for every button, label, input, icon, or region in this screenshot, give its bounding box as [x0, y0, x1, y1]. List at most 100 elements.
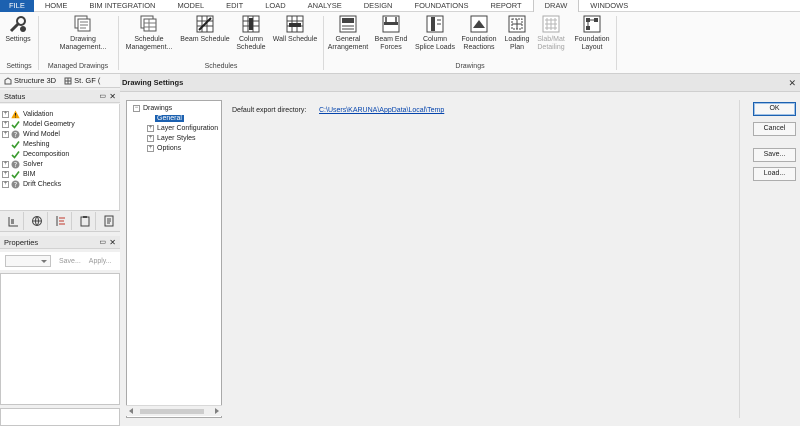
collapse-icon[interactable]: − — [133, 104, 140, 112]
expand-icon[interactable]: + — [2, 160, 9, 168]
wall-schedule-icon — [286, 15, 304, 33]
model-tree-tab[interactable] — [2, 212, 24, 230]
report-tab[interactable] — [98, 212, 120, 230]
ribbon: Settings Drawing Management... Schedule … — [0, 12, 800, 74]
scroll-left-icon[interactable] — [129, 408, 133, 414]
scroll-right-icon[interactable] — [215, 408, 219, 414]
status-item-label: BIM — [23, 170, 36, 178]
loading-plan-button[interactable]: Loading Plan — [502, 14, 532, 52]
beam-schedule-icon — [196, 15, 214, 33]
status-item[interactable]: + Validation — [2, 109, 53, 119]
model-tree-icon — [8, 217, 18, 227]
view-tab-label: St. GF ( — [74, 76, 101, 85]
column-splice-loads-icon — [426, 15, 444, 33]
expand-icon[interactable]: + — [147, 124, 154, 132]
tab-windows[interactable]: WINDOWS — [579, 0, 639, 12]
properties-combo[interactable] — [5, 255, 51, 267]
properties-save-button[interactable]: Save... — [59, 258, 81, 265]
drawing-management-button[interactable]: Drawing Management... — [58, 14, 108, 52]
status-item-label: Meshing — [23, 140, 50, 148]
pin-icon[interactable]: ▭ — [99, 236, 106, 249]
view-tabs: Structure 3D St. GF ( — [0, 74, 120, 88]
save-button[interactable]: Save... — [753, 148, 796, 162]
column-schedule-button[interactable]: Column Schedule — [234, 14, 268, 52]
close-icon[interactable]: ✕ — [109, 90, 116, 103]
tab-bim-integration[interactable]: BIM INTEGRATION — [78, 0, 166, 12]
tab-file[interactable]: FILE — [0, 0, 34, 12]
expand-icon[interactable]: + — [147, 144, 154, 152]
foundation-reactions-icon — [470, 15, 488, 33]
globe-tab[interactable] — [26, 212, 48, 230]
wall-schedule-button[interactable]: Wall Schedule — [272, 14, 318, 44]
expand-icon[interactable]: + — [2, 130, 9, 138]
scroll-thumb[interactable] — [140, 409, 204, 414]
status-item[interactable]: + Model Geometry — [2, 119, 75, 129]
tree-node-label: Drawings — [143, 104, 173, 112]
tree-node-layer-configuration[interactable]: + Layer Configuration — [147, 123, 218, 133]
foundation-layout-label: Foundation Layout — [574, 36, 610, 51]
beam-end-forces-button[interactable]: Beam End Forces — [372, 14, 410, 52]
tab-report[interactable]: REPORT — [480, 0, 533, 12]
status-tab[interactable] — [74, 212, 96, 230]
expand-icon[interactable]: + — [2, 170, 9, 178]
loading-plan-label: Loading Plan — [504, 36, 530, 51]
dialog-close-icon[interactable]: ✕ — [788, 74, 796, 92]
status-item-label: Validation — [23, 110, 54, 118]
loads-tab[interactable] — [50, 212, 72, 230]
view-tab-storey-gf[interactable]: St. GF ( — [60, 76, 104, 85]
tab-analyse[interactable]: ANALYSE — [297, 0, 353, 12]
expand-icon[interactable]: + — [2, 120, 9, 128]
view-tab-structure-3d[interactable]: Structure 3D — [0, 76, 60, 85]
tab-model[interactable]: MODEL — [166, 0, 215, 12]
status-item[interactable]: +? Solver — [2, 159, 43, 169]
check-icon — [11, 150, 20, 159]
status-item-label: Decomposition — [23, 150, 70, 158]
tab-home[interactable]: HOME — [34, 0, 79, 12]
tree-node-layer-styles[interactable]: + Layer Styles — [147, 133, 196, 143]
load-button[interactable]: Load... — [753, 167, 796, 181]
general-arrangement-button[interactable]: General Arrangement — [326, 14, 370, 52]
tab-design[interactable]: DESIGN — [353, 0, 404, 12]
foundation-reactions-label: Foundation Reactions — [461, 36, 497, 51]
wrench-gear-icon — [9, 16, 26, 33]
tab-load[interactable]: LOAD — [254, 0, 296, 12]
group-label-managed-drawings: Managed Drawings — [47, 63, 109, 70]
check-icon — [11, 170, 20, 179]
column-splice-loads-button[interactable]: Column Splice Loads — [413, 14, 457, 52]
foundation-layout-button[interactable]: Foundation Layout — [572, 14, 612, 52]
tree-node-drawings[interactable]: − Drawings — [133, 103, 172, 113]
schedule-management-button[interactable]: Schedule Management... — [126, 14, 172, 52]
properties-apply-button[interactable]: Apply... — [89, 258, 112, 265]
beam-schedule-label: Beam Schedule — [180, 36, 230, 43]
tab-foundations[interactable]: FOUNDATIONS — [403, 0, 479, 12]
structure-3d-icon — [4, 76, 12, 84]
tab-edit[interactable]: EDIT — [215, 0, 254, 12]
column-schedule-label: Column Schedule — [236, 36, 266, 51]
cancel-button[interactable]: Cancel — [753, 122, 796, 136]
report-icon — [104, 215, 114, 227]
status-item[interactable]: Meshing — [2, 139, 49, 149]
expand-icon[interactable]: + — [2, 180, 9, 188]
pin-icon[interactable]: ▭ — [99, 90, 106, 103]
close-icon[interactable]: ✕ — [109, 236, 116, 249]
settings-tree: − Drawings General + Layer Configuration… — [126, 100, 222, 418]
expand-icon[interactable]: + — [147, 134, 154, 142]
status-item[interactable]: + BIM — [2, 169, 35, 179]
tree-node-options[interactable]: + Options — [147, 143, 181, 153]
ribbon-separator — [118, 16, 119, 70]
beam-schedule-button[interactable]: Beam Schedule — [180, 14, 230, 44]
properties-panel-header: Properties ▭ ✕ — [0, 236, 120, 249]
tree-horizontal-scrollbar[interactable] — [126, 405, 222, 416]
settings-button[interactable]: Settings — [4, 14, 32, 44]
expand-icon[interactable]: + — [2, 110, 9, 118]
tree-node-general[interactable]: General — [155, 113, 184, 123]
check-icon — [11, 140, 20, 149]
tab-draw[interactable]: DRAW — [532, 0, 580, 12]
slab-mat-detailing-button[interactable]: Slab/Mat Detailing — [534, 14, 568, 52]
export-directory-link[interactable]: C:\Users\KARUNA\AppData\Local\Temp — [319, 107, 444, 114]
foundation-reactions-button[interactable]: Foundation Reactions — [460, 14, 498, 52]
status-item[interactable]: +? Drift Checks — [2, 179, 61, 189]
status-item[interactable]: +? Wind Model — [2, 129, 60, 139]
ok-button[interactable]: OK — [753, 102, 796, 116]
status-item[interactable]: Decomposition — [2, 149, 69, 159]
